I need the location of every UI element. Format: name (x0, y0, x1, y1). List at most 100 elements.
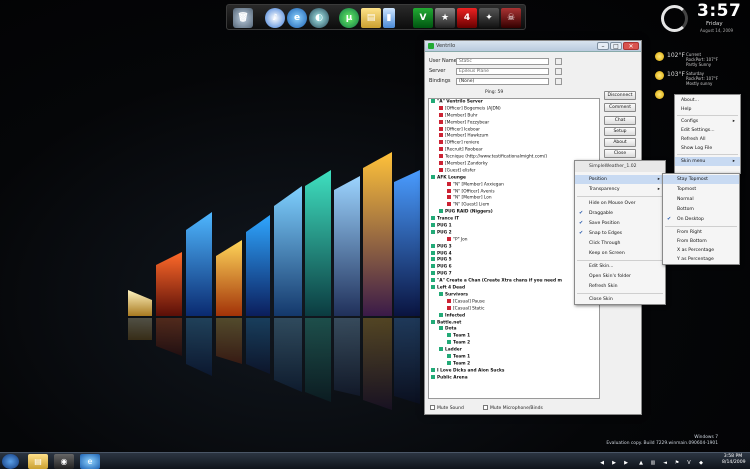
media-next-icon[interactable]: ▶ (620, 455, 632, 469)
user-row[interactable]: [Casual] Static (429, 305, 599, 313)
menu-item-from-bottom[interactable]: From Bottom (663, 237, 739, 246)
network-icon[interactable]: ▥ (648, 455, 658, 469)
channel-row[interactable]: Public Arena (429, 374, 599, 382)
windows-watermark: Windows 7 Evaluation copy. Build 7229.wi… (606, 435, 718, 447)
server-select[interactable]: Epileus Plane (456, 68, 549, 75)
user-row[interactable]: [Officer] Iceboar (429, 126, 599, 134)
game-2-icon[interactable]: ☠ (501, 8, 521, 28)
menu-item-keep-on-screen[interactable]: Keep on Screen (575, 249, 665, 258)
user-name-edit-button[interactable] (555, 58, 562, 65)
bindings-select[interactable]: (None) (456, 78, 549, 85)
recycle-bin-icon[interactable]: 🗑 (233, 8, 253, 28)
menu-item-configs[interactable]: Configs ▸ (675, 117, 740, 126)
internet-explorer-icon[interactable]: e (287, 8, 307, 28)
channel-row[interactable]: Battle.net (429, 319, 599, 327)
menu-item-open-skin-folder[interactable]: Open Skin's folder (575, 272, 665, 281)
menu-item-x-as-percentage[interactable]: X as Percentage (663, 246, 739, 255)
disconnect-button[interactable]: Disconnect (604, 91, 636, 100)
volume-icon[interactable]: ◄ (660, 455, 670, 469)
mute-sound-checkbox[interactable] (430, 405, 435, 410)
user-row[interactable]: [Member] Fozzybear (429, 119, 599, 127)
channel-row[interactable]: Infected (429, 312, 599, 320)
menu-item-refresh-all[interactable]: Refresh All (675, 135, 740, 144)
user-row[interactable]: [Member] Buhr (429, 112, 599, 120)
channel-row[interactable]: Team 1 (429, 353, 599, 361)
explorer-taskbar-icon[interactable]: ▤ (28, 454, 48, 469)
close-window-button[interactable]: ✕ (623, 42, 639, 50)
ventrilo-icon[interactable]: V (413, 8, 433, 28)
folder-icon[interactable]: ▤ (361, 8, 381, 28)
maximize-button[interactable]: □ (610, 42, 622, 50)
itunes-icon[interactable]: ♪ (265, 8, 285, 28)
menu-item-edit-skin[interactable]: Edit Skin... (575, 262, 665, 271)
menu-item-stay-topmost[interactable]: Stay Topmost (663, 175, 739, 184)
media-play-icon[interactable]: ▶ (608, 455, 620, 469)
internet-explorer-taskbar-icon[interactable]: e (80, 454, 100, 469)
setup-button[interactable]: Setup (604, 127, 636, 136)
tray-icon[interactable]: ▲ (636, 455, 646, 469)
channel-icon (439, 347, 443, 352)
close-button[interactable]: Close (604, 149, 636, 158)
position-submenu: Stay Topmost Topmost Normal Bottom ✔ On D… (662, 173, 740, 265)
steam-icon[interactable]: ★ (435, 8, 455, 28)
menu-item-click-through[interactable]: Click Through (575, 239, 665, 248)
channel-row[interactable]: I Love Dicks and Aion Sucks (429, 367, 599, 375)
menu-item-normal[interactable]: Normal (663, 195, 739, 204)
user-row[interactable]: [Officer] reniere (429, 140, 599, 147)
taskbar-clock[interactable]: 3:58 PM 8/14/2009 (722, 454, 746, 466)
menu-item-topmost[interactable]: Topmost (663, 185, 739, 194)
notepad-icon[interactable]: ▮ (383, 8, 395, 28)
media-prev-icon[interactable]: ◀ (596, 455, 608, 469)
channel-name: Trance IT (437, 216, 460, 222)
ventrilo-tray-icon[interactable]: V (684, 455, 694, 469)
utorrent-icon[interactable]: µ (339, 8, 359, 28)
menu-item-y-as-percentage[interactable]: Y as Percentage (663, 255, 739, 264)
user-row[interactable]: [Recruit] Roobear (429, 147, 599, 154)
channel-row[interactable]: Dota (429, 326, 599, 333)
shield-icon[interactable]: ◆ (696, 455, 706, 469)
minimize-button[interactable]: – (597, 42, 609, 50)
channel-row[interactable]: Team 2 (429, 340, 599, 347)
menu-item-refresh-skin[interactable]: Refresh Skin (575, 282, 665, 291)
menu-item-snap-to-edges[interactable]: ✔ Snap to Edges (575, 229, 665, 238)
channel-row[interactable]: Team 1 (429, 333, 599, 340)
comment-button[interactable]: Comment (604, 103, 636, 112)
mute-mic-checkbox[interactable] (483, 405, 488, 410)
game-icon[interactable]: ✦ (479, 8, 499, 28)
menu-item-on-desktop[interactable]: ✔ On Desktop (663, 215, 739, 224)
menu-item-help[interactable]: Help (675, 105, 740, 114)
ventrilo-titlebar[interactable]: Ventrilo – □ ✕ (425, 41, 641, 52)
user-row[interactable]: [Member] Hawkzum (429, 133, 599, 140)
media-icon[interactable]: ◐ (309, 8, 329, 28)
channel-row[interactable]: Ladder (429, 347, 599, 354)
chat-button[interactable]: Chat (604, 116, 636, 125)
mute-sound-option[interactable]: Mute Sound (430, 405, 464, 411)
start-button[interactable] (2, 454, 19, 469)
menu-item-show-log[interactable]: Show Log File (675, 144, 740, 153)
clock-ring-icon (661, 5, 688, 32)
server-edit-button[interactable] (555, 68, 562, 75)
steam-taskbar-icon[interactable]: ◉ (54, 454, 74, 469)
menu-item-close-skin[interactable]: Close Skin (575, 295, 665, 304)
flag-icon[interactable]: ⚑ (672, 455, 682, 469)
menu-item-skin-menu[interactable]: Skin menu ▸ (675, 157, 740, 166)
menu-item-edit-settings[interactable]: Edit Settings... (675, 126, 740, 135)
channel-name: PUG 3 (437, 244, 452, 250)
menu-item-from-right[interactable]: From Right (663, 228, 739, 237)
game-4-icon[interactable]: 4 (457, 8, 477, 28)
channel-row[interactable]: "A" Ventrilo Server (429, 99, 599, 106)
menu-item-draggable[interactable]: ✔ Draggable (575, 209, 665, 218)
channel-row[interactable]: Team 2 (429, 360, 599, 368)
user-name-field[interactable]: Static (456, 58, 549, 65)
menu-item-position[interactable]: Position ▸ (575, 175, 665, 184)
menu-item-about[interactable]: About... (675, 96, 740, 105)
menu-item-transparency[interactable]: Transparency ▸ (575, 185, 665, 194)
user-row[interactable]: [Officer] Bogemeis (AJDN) (429, 105, 599, 113)
channel-icon (431, 278, 435, 283)
bindings-edit-button[interactable] (555, 78, 562, 85)
menu-item-bottom[interactable]: Bottom (663, 205, 739, 214)
about-button[interactable]: About (604, 138, 636, 147)
menu-item-hide-on-mouse-over[interactable]: Hide on Mouse Over (575, 199, 665, 208)
mute-mic-option[interactable]: Mute Microphone/Binds (483, 405, 543, 411)
menu-item-save-position[interactable]: ✔ Save Position (575, 219, 665, 228)
